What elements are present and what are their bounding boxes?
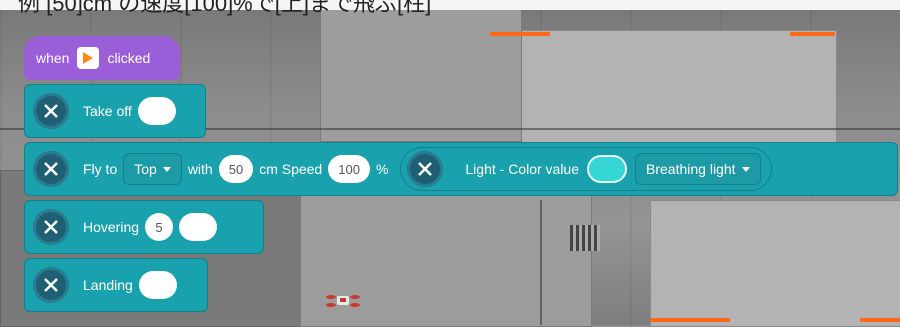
fly-to-block[interactable]: Fly to Top with 50 cm Speed 100 % Light … (24, 142, 898, 196)
caption-strip: 例 [50]cm の速度[100]%で[上]まで飛ぶ[柱] (0, 0, 900, 16)
take-off-toggle[interactable] (137, 97, 176, 125)
hovering-label: Hovering (83, 219, 140, 235)
take-off-label: Take off (83, 103, 132, 119)
orange-marking (650, 318, 730, 322)
orange-marking (860, 318, 900, 322)
landing-block[interactable]: Landing (24, 258, 208, 312)
speed-input[interactable]: 100 (328, 155, 370, 183)
light-mode-dropdown[interactable]: Breathing light (635, 153, 761, 185)
drone-cross-icon (33, 93, 69, 129)
distance-input[interactable]: 50 (218, 155, 254, 183)
landing-label: Landing (83, 277, 133, 293)
when-label: when (36, 50, 70, 66)
light-mode-value: Breathing light (646, 161, 736, 177)
hovering-block[interactable]: Hovering 5 (24, 200, 264, 254)
fly-to-label: Fly to (83, 161, 118, 177)
clicked-label: clicked (107, 50, 151, 66)
light-color-label: Light - Color value (465, 161, 580, 177)
floor-vent (570, 225, 600, 251)
floor-seam (540, 200, 542, 325)
when-clicked-hat-block[interactable]: when clicked (24, 36, 180, 80)
drone-cross-icon (33, 151, 69, 187)
light-color-block[interactable]: Light - Color value Breathing light (400, 147, 772, 191)
hovering-toggle[interactable] (179, 213, 218, 241)
floor-plate (320, 0, 522, 142)
drone-cross-icon (407, 151, 444, 187)
direction-dropdown[interactable]: Top (123, 153, 182, 185)
orange-marking (790, 32, 835, 36)
drone-cross-icon (33, 209, 69, 245)
chevron-down-icon (162, 166, 171, 172)
light-color-swatch[interactable] (587, 155, 628, 183)
chevron-down-icon (741, 166, 750, 172)
with-label: with (187, 161, 213, 177)
drone-icon (326, 295, 360, 307)
direction-value: Top (134, 161, 157, 177)
cm-speed-label: cm Speed (259, 161, 323, 177)
top-caption: 例 [50]cm の速度[100]%で[上]まで飛ぶ[柱] (18, 0, 432, 16)
landing-toggle[interactable] (138, 271, 177, 299)
percent-label: % (375, 161, 389, 177)
orange-flag-icon (77, 47, 100, 69)
take-off-block[interactable]: Take off (24, 84, 206, 138)
floor-plate (650, 200, 900, 327)
drone-cross-icon (33, 267, 69, 303)
hover-seconds-input[interactable]: 5 (145, 213, 174, 241)
orange-marking (490, 32, 550, 36)
